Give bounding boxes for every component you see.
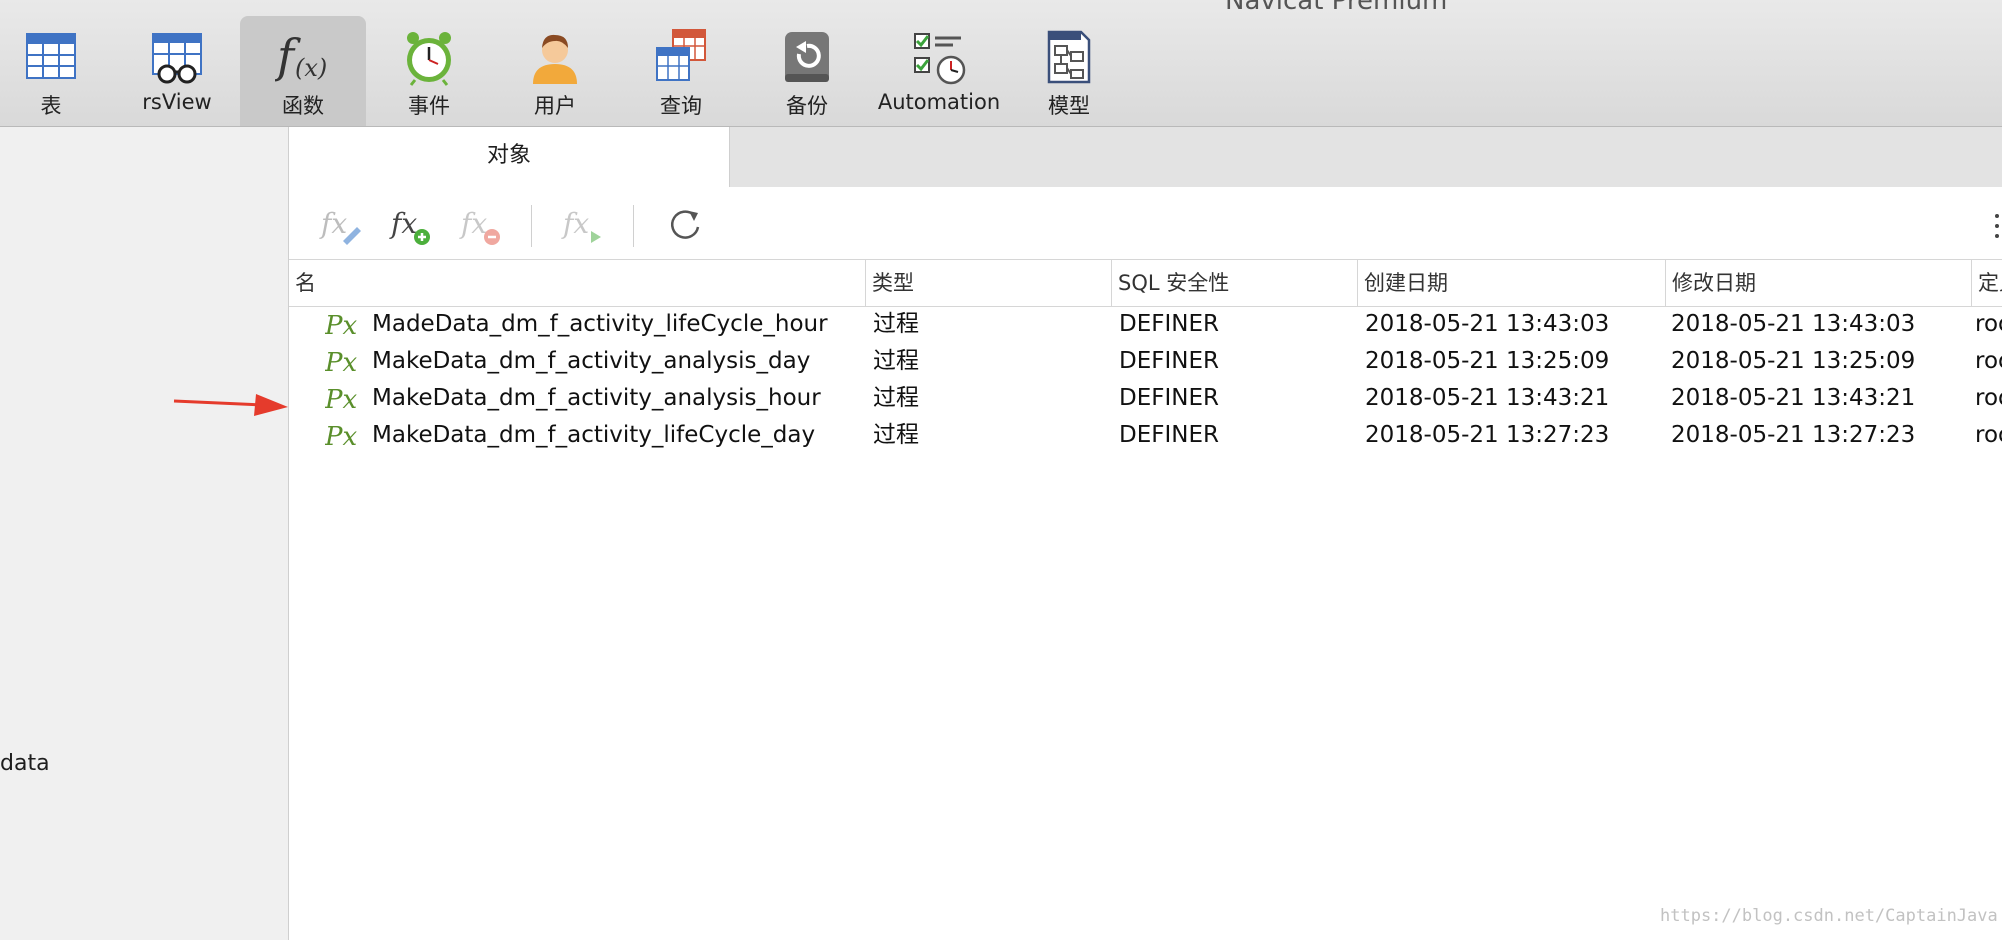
- svg-text:fx: fx: [319, 207, 347, 240]
- cell-created: 2018-05-21 13:25:09: [1365, 348, 1610, 374]
- delete-function-icon[interactable]: fx: [459, 203, 507, 247]
- model-icon: [1047, 30, 1091, 84]
- cell-security: DEFINER: [1119, 422, 1219, 448]
- toolbar-automation-label: Automation: [877, 90, 1001, 114]
- cell-name: MakeData_dm_f_activity_lifeCycle_day: [372, 422, 816, 448]
- toolbar-automation-button[interactable]: Automation: [872, 16, 1006, 126]
- cell-definer: root: [1975, 422, 2002, 448]
- cell-created: 2018-05-21 13:27:23: [1365, 422, 1610, 448]
- svg-text:fx: fx: [459, 207, 487, 240]
- procedure-icon: Px: [325, 422, 357, 451]
- cell-definer: root: [1975, 385, 2002, 411]
- tab-object[interactable]: 对象: [289, 127, 730, 187]
- svg-text:Px: Px: [325, 385, 357, 414]
- cell-name: MakeData_dm_f_activity_analysis_day: [372, 348, 811, 374]
- view-icon: [152, 33, 202, 84]
- cell-security: DEFINER: [1119, 348, 1219, 374]
- svg-text:Px: Px: [325, 311, 357, 340]
- column-header-definer[interactable]: 定义者: [1971, 260, 2002, 306]
- automation-icon: [914, 33, 966, 85]
- cell-type: 过程: [873, 385, 919, 411]
- cell-type: 过程: [873, 422, 919, 448]
- toolbar-separator: [531, 205, 532, 247]
- cell-type: 过程: [873, 311, 919, 337]
- cell-definer: root: [1975, 348, 2002, 374]
- cell-modified: 2018-05-21 13:43:03: [1671, 311, 1916, 337]
- svg-text:fx: fx: [561, 207, 589, 240]
- refresh-icon[interactable]: [661, 203, 709, 247]
- cell-definer: root: [1975, 311, 2002, 337]
- svg-text:(x): (x): [295, 54, 327, 82]
- new-function-icon[interactable]: fx: [389, 203, 437, 247]
- tab-bar: 对象: [289, 127, 2002, 187]
- cell-security: DEFINER: [1119, 385, 1219, 411]
- run-function-icon[interactable]: fx: [561, 203, 609, 247]
- user-icon: [533, 34, 577, 84]
- table-row[interactable]: Px MadeData_dm_f_activity_lifeCycle_hour…: [289, 306, 2002, 343]
- window-title: Navicat Premium: [1225, 0, 1448, 16]
- table-row[interactable]: Px MakeData_dm_f_activity_lifeCycle_day …: [289, 417, 2002, 454]
- toolbar-model-button[interactable]: 模型: [1018, 16, 1120, 126]
- toolbar-separator: [633, 205, 634, 247]
- cell-security: DEFINER: [1119, 311, 1219, 337]
- column-header-type[interactable]: 类型: [865, 260, 1111, 306]
- svg-text:Px: Px: [325, 422, 357, 451]
- procedure-icon: Px: [325, 348, 357, 377]
- cell-modified: 2018-05-21 13:43:21: [1671, 385, 1916, 411]
- red-arrow-annotation: [173, 394, 288, 416]
- toolbar-event-button[interactable]: 事件: [378, 16, 480, 126]
- procedure-list: Px MadeData_dm_f_activity_lifeCycle_hour…: [289, 306, 2002, 454]
- toolbar-table-button[interactable]: 表: [0, 16, 102, 126]
- column-header-name[interactable]: 名: [289, 260, 865, 306]
- cell-created: 2018-05-21 13:43:03: [1365, 311, 1610, 337]
- event-clock-icon: [407, 32, 451, 86]
- toolbar-view-label: rsView: [142, 90, 212, 114]
- object-toolbar: fx fx fx fx: [289, 187, 2002, 259]
- column-header-created[interactable]: 创建日期: [1357, 260, 1665, 306]
- cell-modified: 2018-05-21 13:25:09: [1671, 348, 1916, 374]
- toolbar-query-label: 查询: [660, 94, 702, 118]
- column-header-security[interactable]: SQL 安全性: [1111, 260, 1357, 306]
- toolbar-user-label: 用户: [534, 94, 576, 118]
- cell-type: 过程: [873, 348, 919, 374]
- backup-icon: [785, 32, 829, 82]
- watermark: https://blog.csdn.net/CaptainJava: [1660, 906, 1998, 926]
- sidebar-item-data[interactable]: data: [0, 751, 50, 776]
- main-toolbar: Navicat Premium 表 rsView f (x) 函数 事件 用户 …: [0, 0, 2002, 127]
- procedure-icon: Px: [325, 311, 357, 340]
- toolbar-user-button[interactable]: 用户: [504, 16, 606, 126]
- cell-created: 2018-05-21 13:43:21: [1365, 385, 1610, 411]
- toolbar-function-label: 函数: [282, 94, 324, 118]
- function-icon: f (x): [275, 29, 327, 83]
- toolbar-view-button[interactable]: rsView: [126, 16, 228, 126]
- column-header-modified[interactable]: 修改日期: [1665, 260, 1971, 306]
- table-row[interactable]: Px MakeData_dm_f_activity_analysis_hour …: [289, 380, 2002, 417]
- toolbar-function-button[interactable]: f (x) 函数: [240, 16, 366, 126]
- svg-text:fx: fx: [389, 207, 417, 240]
- toolbar-table-label: 表: [40, 94, 62, 118]
- cell-name: MadeData_dm_f_activity_lifeCycle_hour: [372, 311, 828, 337]
- svg-text:Px: Px: [325, 348, 357, 377]
- toolbar-event-label: 事件: [408, 94, 450, 118]
- cell-name: MakeData_dm_f_activity_analysis_hour: [372, 385, 821, 411]
- more-options-icon[interactable]: [1995, 213, 1999, 239]
- table-icon: [26, 33, 76, 79]
- procedure-icon: Px: [325, 385, 357, 414]
- toolbar-model-label: 模型: [1048, 94, 1090, 118]
- table-row[interactable]: Px MakeData_dm_f_activity_analysis_day 过…: [289, 343, 2002, 380]
- table-header: 名 类型 SQL 安全性 创建日期 修改日期 定义者: [289, 259, 2002, 307]
- toolbar-query-button[interactable]: 查询: [630, 16, 732, 126]
- toolbar-backup-label: 备份: [786, 94, 828, 118]
- toolbar-backup-button[interactable]: 备份: [756, 16, 858, 126]
- query-icon: [656, 29, 706, 81]
- cell-modified: 2018-05-21 13:27:23: [1671, 422, 1916, 448]
- edit-function-icon[interactable]: fx: [319, 203, 367, 247]
- connection-sidebar: data: [0, 127, 289, 940]
